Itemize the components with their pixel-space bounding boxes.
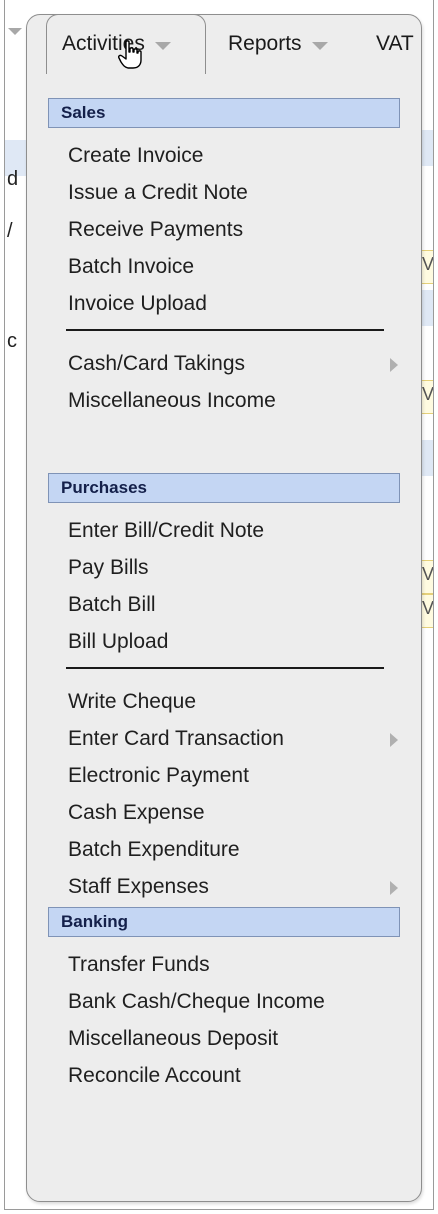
- window-border: [4, 0, 434, 1210]
